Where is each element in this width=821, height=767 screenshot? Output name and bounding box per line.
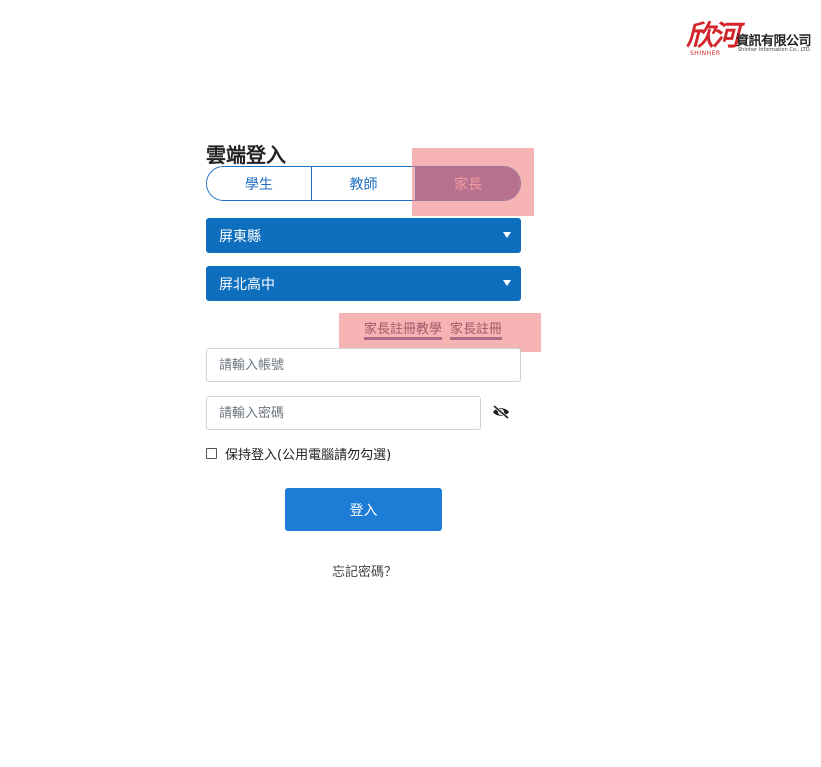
remember-label: 保持登入(公用電腦請勿勾選) (225, 448, 392, 463)
logo-mark: 欣河 (686, 19, 740, 52)
caret-down-icon (503, 232, 511, 238)
parent-register-link[interactable]: 家長註冊 (450, 322, 503, 340)
county-select[interactable]: 屏東縣 (206, 218, 521, 253)
parent-links: 家長註冊教學 家長註冊 (364, 322, 503, 340)
logo-mark-sub: SHINHER (690, 50, 721, 57)
eye-slash-icon[interactable] (491, 404, 511, 420)
company-logo: 欣河 SHINHER 資訊有限公司 Shinher Information Co… (686, 20, 818, 58)
forgot-password-link[interactable]: 忘記密碼？ (0, 561, 729, 580)
caret-down-icon (503, 280, 511, 286)
password-input[interactable] (206, 396, 481, 430)
tab-parent[interactable]: 家長 (416, 167, 521, 200)
page-title: 雲端登入 (206, 143, 286, 167)
parent-tutorial-link[interactable]: 家長註冊教學 (364, 322, 443, 340)
remember-checkbox[interactable] (206, 448, 217, 459)
login-button[interactable]: 登入 (285, 488, 442, 531)
school-select[interactable]: 屏北高中 (206, 266, 521, 301)
account-input[interactable] (206, 348, 521, 382)
tab-teacher[interactable]: 教師 (311, 167, 417, 200)
tab-student[interactable]: 學生 (207, 167, 312, 200)
county-select-value: 屏東縣 (219, 228, 261, 245)
role-tabs: 學生 教師 家長 (206, 166, 521, 201)
logo-company-en: Shinher Information Co., LTD. (738, 47, 812, 53)
remember-me: 保持登入(公用電腦請勿勾選) (206, 444, 391, 463)
school-select-value: 屏北高中 (219, 276, 275, 293)
